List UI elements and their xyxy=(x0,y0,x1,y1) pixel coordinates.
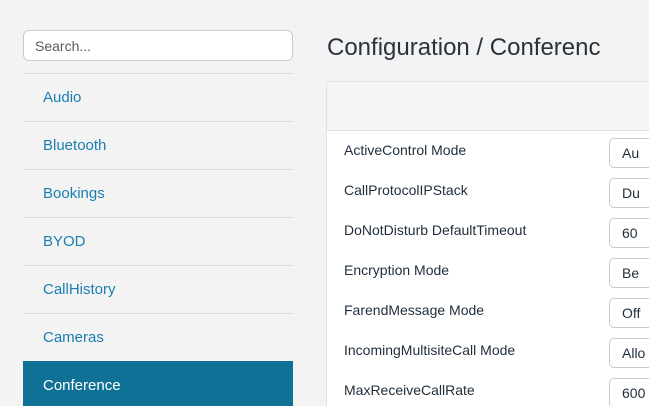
sidebar-item-label: BYOD xyxy=(43,233,86,250)
setting-row-callprotocolipstack: CallProtocolIPStack Du xyxy=(327,171,649,211)
setting-row-donotdisturb-defaulttimeout: DoNotDisturb DefaultTimeout 60 xyxy=(327,211,649,251)
sidebar-item-bluetooth[interactable]: Bluetooth xyxy=(23,121,293,169)
main-content: Configuration / Conferenc ActiveControl … xyxy=(305,9,649,406)
setting-row-activecontrol-mode: ActiveControl Mode Au xyxy=(327,131,649,171)
farendmessage-mode-select[interactable]: Off xyxy=(609,298,649,328)
settings-panel: ActiveControl Mode Au CallProtocolIPStac… xyxy=(326,81,649,406)
setting-row-farendmessage-mode: FarendMessage Mode Off xyxy=(327,291,649,331)
search-input[interactable] xyxy=(23,30,293,61)
sidebar-item-label: Audio xyxy=(43,89,82,106)
sidebar-item-bookings[interactable]: Bookings xyxy=(23,169,293,217)
panel-header xyxy=(327,82,649,131)
app-window: Audio Bluetooth Bookings BYOD CallHistor… xyxy=(0,0,649,406)
setting-label: Encryption Mode xyxy=(344,262,450,278)
page-title: Configuration / Conferenc xyxy=(327,34,601,61)
search-container xyxy=(23,30,293,73)
sidebar-item-byod[interactable]: BYOD xyxy=(23,217,293,265)
donotdisturb-defaulttimeout-input[interactable]: 60 xyxy=(609,218,649,248)
setting-label: MaxReceiveCallRate xyxy=(344,382,475,398)
sidebar-item-callhistory[interactable]: CallHistory xyxy=(23,265,293,313)
sidebar-nav: Audio Bluetooth Bookings BYOD CallHistor… xyxy=(23,73,293,406)
setting-label: CallProtocolIPStack xyxy=(344,182,468,198)
settings-list: ActiveControl Mode Au CallProtocolIPStac… xyxy=(327,131,649,406)
sidebar-item-label: Bluetooth xyxy=(43,137,107,154)
setting-row-encryption-mode: Encryption Mode Be xyxy=(327,251,649,291)
sidebar-item-audio[interactable]: Audio xyxy=(23,73,293,121)
setting-label: ActiveControl Mode xyxy=(344,142,467,158)
setting-label: IncomingMultisiteCall Mode xyxy=(344,342,516,358)
setting-label: FarendMessage Mode xyxy=(344,302,485,318)
sidebar-item-conference[interactable]: Conference xyxy=(23,361,293,406)
incomingmultisitecall-mode-select[interactable]: Allo xyxy=(609,338,649,368)
sidebar-item-label: Cameras xyxy=(43,329,104,346)
sidebar: Audio Bluetooth Bookings BYOD CallHistor… xyxy=(9,9,305,406)
sidebar-item-label: CallHistory xyxy=(43,281,116,298)
sidebar-item-cameras[interactable]: Cameras xyxy=(23,313,293,361)
callprotocolipstack-select[interactable]: Du xyxy=(609,178,649,208)
sidebar-item-label: Conference xyxy=(43,377,121,394)
maxreceivecallrate-input[interactable]: 600 xyxy=(609,378,649,406)
setting-row-maxreceivecallrate: MaxReceiveCallRate 600 xyxy=(327,371,649,406)
activecontrol-mode-select[interactable]: Au xyxy=(609,138,649,168)
sidebar-item-label: Bookings xyxy=(43,185,105,202)
encryption-mode-select[interactable]: Be xyxy=(609,258,649,288)
setting-label: DoNotDisturb DefaultTimeout xyxy=(344,222,527,238)
setting-row-incomingmultisitecall-mode: IncomingMultisiteCall Mode Allo xyxy=(327,331,649,371)
